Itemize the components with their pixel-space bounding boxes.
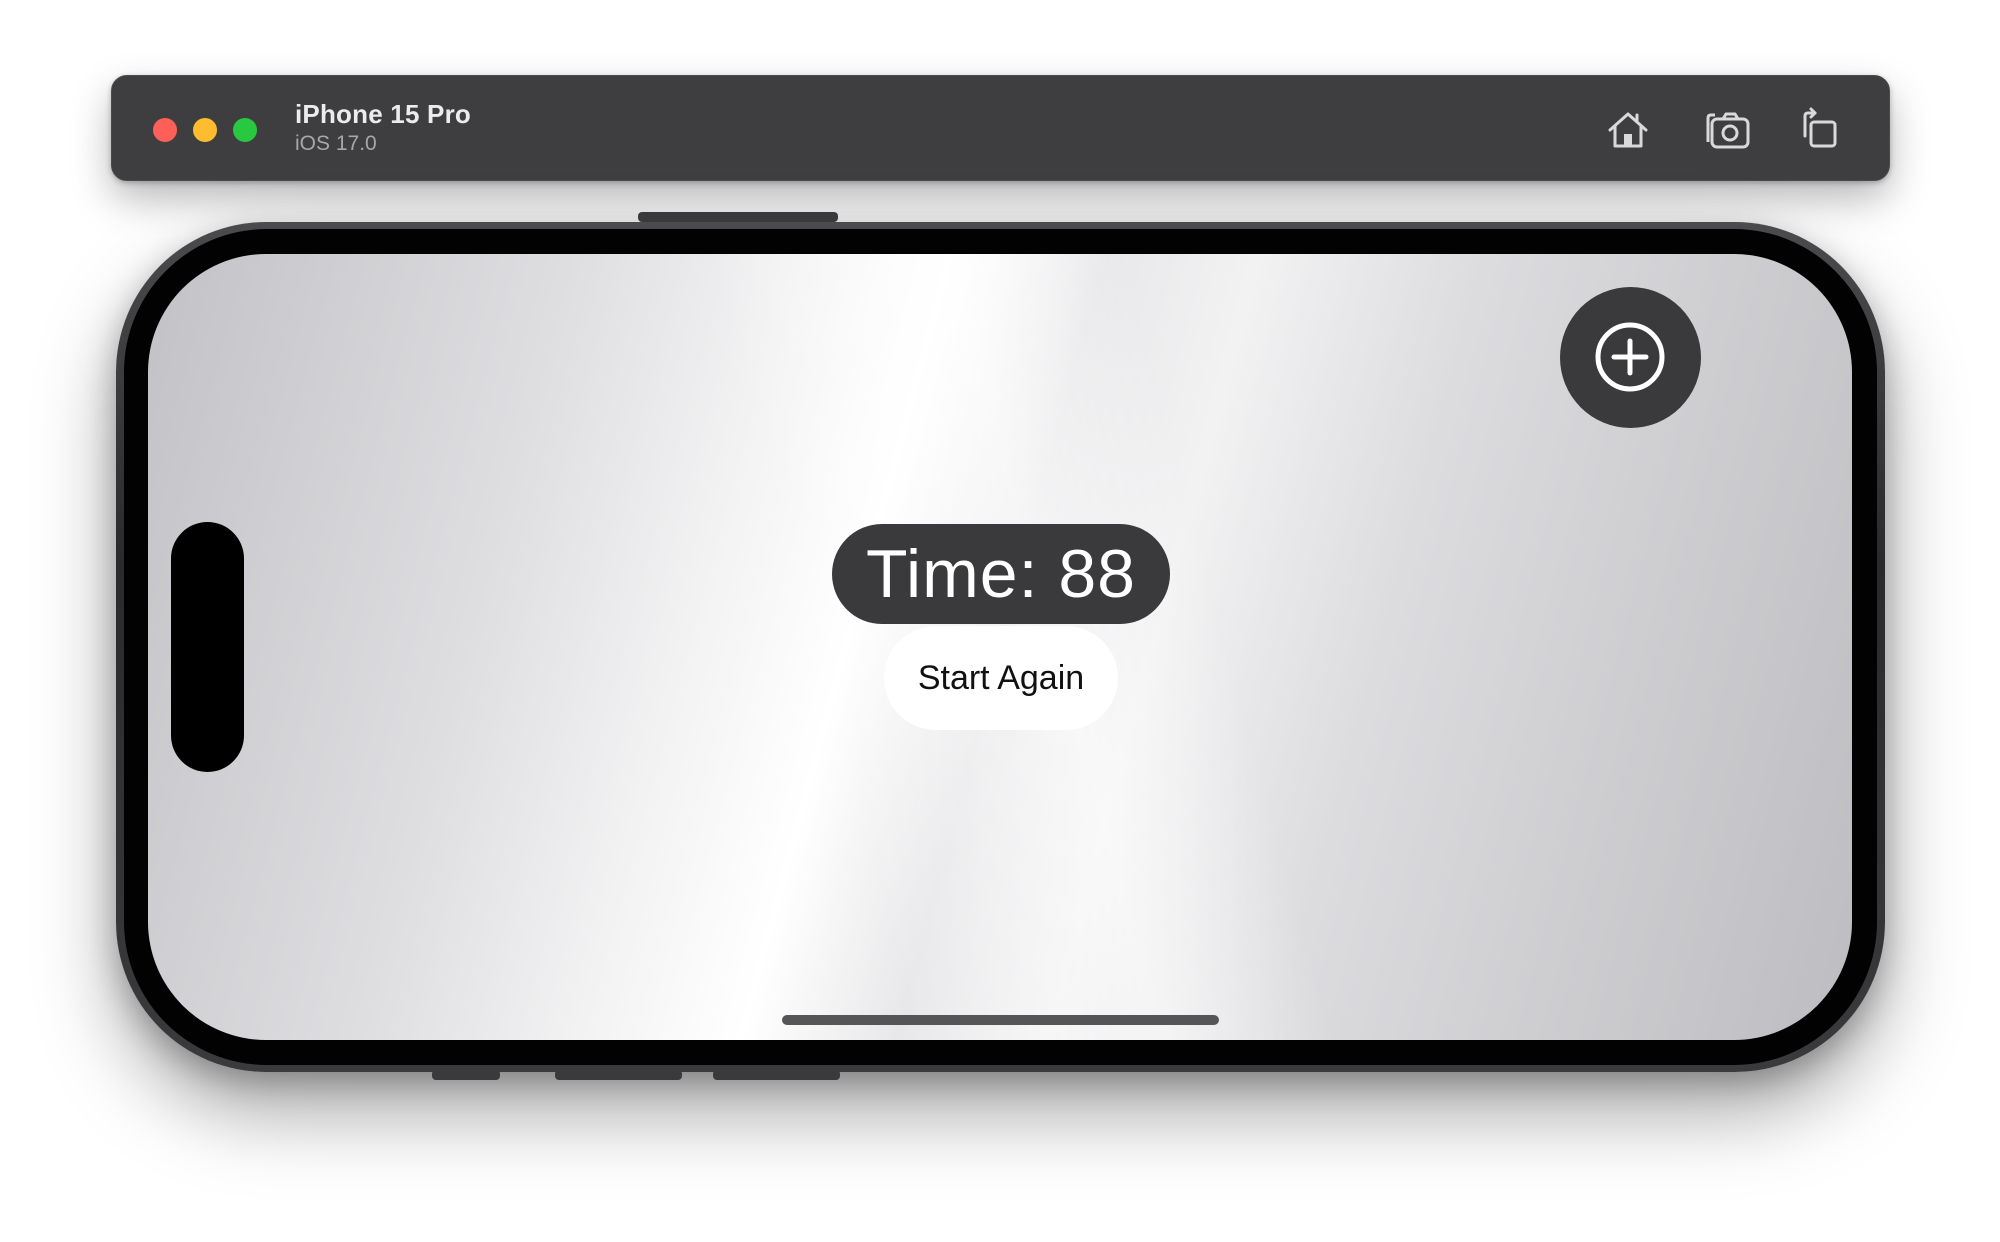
screenshot-icon[interactable] xyxy=(1703,106,1751,154)
plus-circle-icon xyxy=(1595,322,1665,392)
dynamic-island xyxy=(171,522,244,772)
action-button xyxy=(638,212,838,222)
home-indicator[interactable] xyxy=(782,1015,1219,1025)
os-version: iOS 17.0 xyxy=(295,132,377,155)
rotate-icon[interactable] xyxy=(1795,106,1843,154)
minimize-window-button[interactable] xyxy=(193,118,217,142)
device-name: iPhone 15 Pro xyxy=(295,99,471,129)
simulator-window: iPhone 15 Pro iOS 17.0 Time: 88 Start Ag… xyxy=(0,0,2000,1242)
home-icon[interactable] xyxy=(1604,106,1652,154)
add-button[interactable] xyxy=(1560,287,1701,428)
simulator-titlebar: iPhone 15 Pro iOS 17.0 xyxy=(111,75,1890,181)
zoom-window-button[interactable] xyxy=(233,118,257,142)
time-label: Time: 88 xyxy=(832,524,1170,624)
start-again-button[interactable]: Start Again xyxy=(884,626,1118,730)
close-window-button[interactable] xyxy=(153,118,177,142)
